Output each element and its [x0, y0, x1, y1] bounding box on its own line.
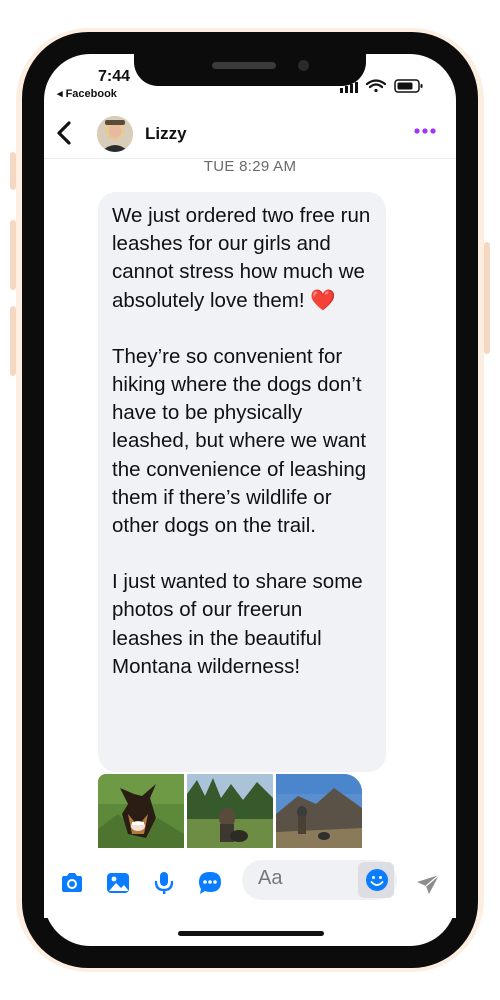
- wifi-icon: [365, 79, 387, 93]
- chat-bubble-icon[interactable]: [197, 870, 223, 896]
- notch: [134, 54, 366, 86]
- speaker-grille: [212, 62, 276, 69]
- silent-switch: [10, 152, 16, 190]
- avatar-image: [97, 116, 133, 152]
- message-timestamp: TUE 8:29 AM: [203, 158, 297, 175]
- front-camera: [298, 60, 309, 71]
- microphone-icon[interactable]: [151, 870, 177, 896]
- hiker-dog-forest-photo[interactable]: [187, 774, 273, 848]
- photo-attachments: [98, 774, 362, 848]
- hiker-mountain-photo[interactable]: [276, 774, 362, 848]
- message-input-placeholder: Aa: [258, 867, 283, 889]
- camera-icon[interactable]: [59, 870, 85, 896]
- volume-down-button: [10, 306, 16, 376]
- dog-photo[interactable]: [98, 774, 184, 848]
- gallery-icon[interactable]: [105, 870, 131, 896]
- emoji-icon[interactable]: [365, 868, 389, 892]
- send-icon[interactable]: [415, 872, 441, 896]
- back-to-app-link[interactable]: ◂ Facebook: [57, 87, 117, 100]
- more-dots-icon[interactable]: [414, 126, 436, 136]
- home-indicator[interactable]: [178, 931, 324, 936]
- chevron-left-icon[interactable]: [56, 118, 72, 148]
- battery-icon: [394, 79, 423, 93]
- avatar[interactable]: [97, 116, 133, 152]
- message-bubble[interactable]: We just ordered two free run leashes for…: [98, 192, 386, 772]
- message-paragraph-3: I just wanted to share some photos of ou…: [112, 570, 363, 678]
- contact-name[interactable]: Lizzy: [145, 124, 187, 144]
- power-button: [484, 242, 490, 354]
- message-paragraph-2: They’re so convenient for hiking where t…: [112, 344, 367, 538]
- status-time: 7:44: [98, 68, 131, 85]
- volume-up-button: [10, 220, 16, 290]
- message-paragraph-1: We just ordered two free run leashes for…: [112, 204, 371, 312]
